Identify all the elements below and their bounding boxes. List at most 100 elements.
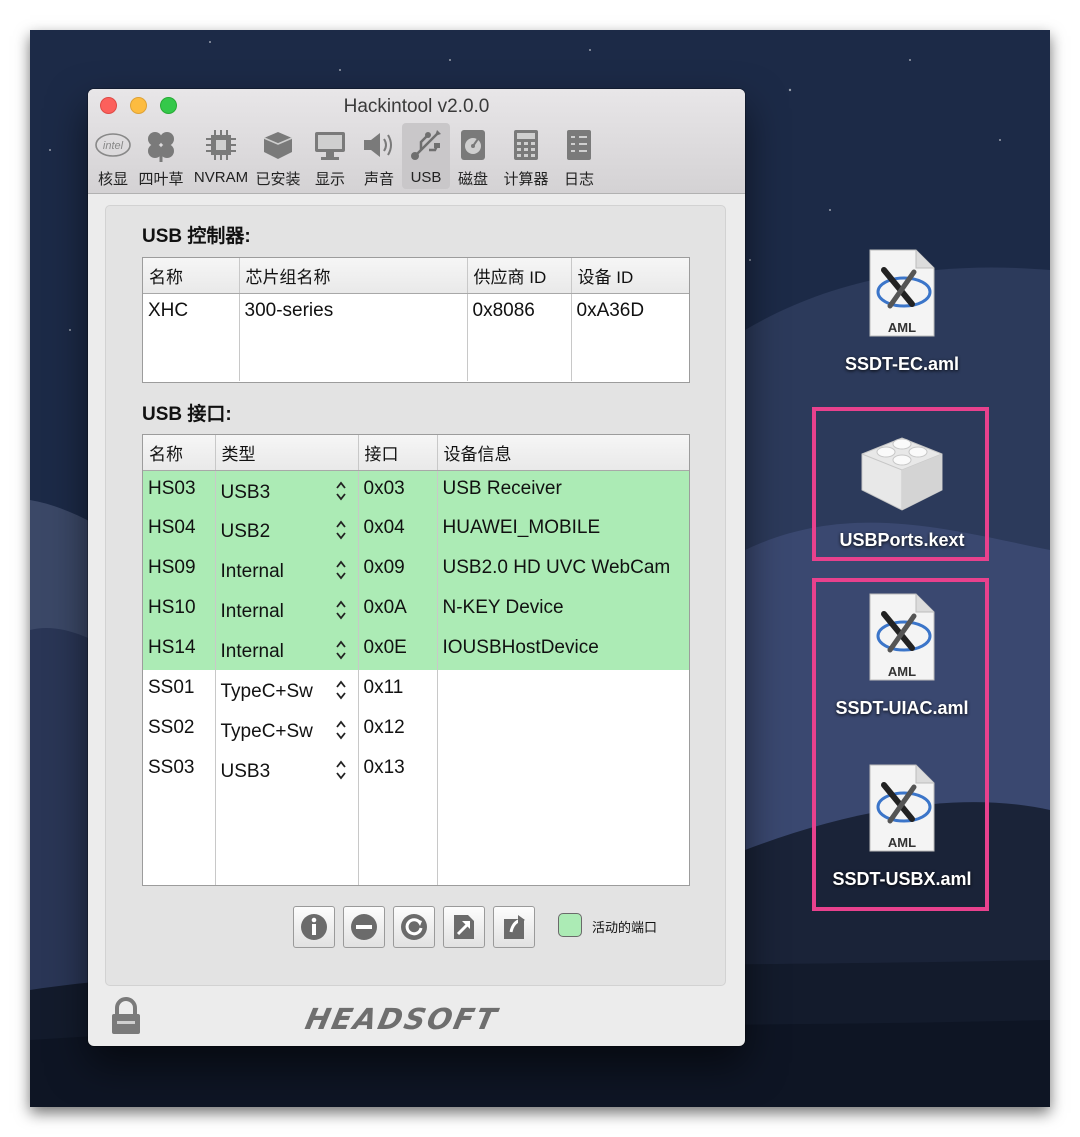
log-icon xyxy=(559,127,599,162)
chevron-updown-icon xyxy=(335,720,346,740)
remove-icon xyxy=(351,914,377,940)
desktop-file-ssdt-usbx[interactable]: AML SSDT-USBX.aml xyxy=(832,763,972,890)
chevron-updown-icon xyxy=(335,560,346,580)
port-type-select[interactable]: Internal xyxy=(215,590,359,630)
toolbar-item-clover[interactable]: 四叶草 xyxy=(132,123,190,189)
file-name-label: USBPorts.kext xyxy=(839,530,965,550)
port-type-value: Internal xyxy=(220,601,284,622)
chevron-updown-icon xyxy=(335,760,346,780)
desktop-file-usbports-kext[interactable]: USBPorts.kext xyxy=(832,424,972,551)
active-port-swatch xyxy=(558,913,582,937)
port-type-select[interactable]: TypeC+Sw xyxy=(215,670,359,710)
usb-ports-title: USB 接口: xyxy=(142,404,232,425)
empty-row xyxy=(143,790,689,885)
table-row[interactable]: HS14 Internal 0x0E IOUSBHostDevice xyxy=(143,630,689,670)
info-icon xyxy=(301,914,327,940)
table-row[interactable]: HS10 Internal 0x0A N-KEY Device xyxy=(143,590,689,630)
column-header-vendor-id[interactable]: 供应商 ID xyxy=(467,258,572,294)
import-button[interactable] xyxy=(493,906,535,948)
port-address: 0x0A xyxy=(358,590,438,630)
toolbar-item-calculator[interactable]: 计算器 xyxy=(496,123,556,189)
chevron-updown-icon xyxy=(335,520,346,540)
table-row[interactable]: HS03 USB3 0x03 USB Receiver xyxy=(143,470,689,510)
toolbar-item-igpu[interactable]: intel 核显 xyxy=(94,123,132,189)
port-address: 0x03 xyxy=(358,470,438,510)
aml-file-icon: AML xyxy=(869,593,935,681)
port-type-value: Internal xyxy=(220,561,284,582)
export-icon xyxy=(454,915,474,939)
port-type-value: USB2 xyxy=(220,521,271,542)
port-type-select[interactable]: Internal xyxy=(215,550,359,590)
table-row[interactable]: SS02 TypeC+Sw 0x12 xyxy=(143,710,689,750)
port-type-value: Internal xyxy=(220,641,284,662)
calculator-icon xyxy=(506,127,546,162)
table-row[interactable]: SS01 TypeC+Sw 0x11 xyxy=(143,670,689,710)
port-device-info xyxy=(437,750,689,790)
file-name-label: SSDT-EC.aml xyxy=(844,354,960,374)
remove-button[interactable] xyxy=(343,906,385,948)
table-row[interactable]: HS09 Internal 0x09 USB2.0 HD UVC WebCam xyxy=(143,550,689,590)
column-header-chipset[interactable]: 芯片组名称 xyxy=(239,258,468,294)
port-address: 0x13 xyxy=(358,750,438,790)
refresh-button[interactable] xyxy=(393,906,435,948)
port-type-value: TypeC+Sw xyxy=(220,721,313,742)
desktop-file-ssdt-ec[interactable]: AML SSDT-EC.aml xyxy=(834,248,970,375)
toolbar-item-nvram[interactable]: NVRAM xyxy=(190,123,252,189)
usb-ports-table[interactable]: 名称 类型 接口 设备信息 HS03 USB3 0x03 USB Receive… xyxy=(142,434,690,886)
port-address: 0x04 xyxy=(358,510,438,550)
table-row[interactable]: XHC 300-series 0x8086 0xA36D xyxy=(143,293,689,381)
controller-device-id: 0xA36D xyxy=(576,299,645,321)
intel-icon: intel xyxy=(93,127,133,162)
active-port-legend-label: 活动的端口 xyxy=(592,920,658,935)
column-header-type[interactable]: 类型 xyxy=(215,435,359,471)
kext-installed-icon xyxy=(258,127,298,162)
column-header-name[interactable]: 名称 xyxy=(143,258,240,294)
column-header-name[interactable]: 名称 xyxy=(143,435,216,471)
column-header-port[interactable]: 接口 xyxy=(358,435,438,471)
toolbar-item-log[interactable]: 日志 xyxy=(556,123,602,189)
port-type-select[interactable]: Internal xyxy=(215,630,359,670)
headsoft-logo: HEADSOFT xyxy=(302,1002,502,1036)
port-type-select[interactable]: TypeC+Sw xyxy=(215,710,359,750)
port-address: 0x0E xyxy=(358,630,438,670)
toolbar-item-usb[interactable]: USB xyxy=(402,123,450,189)
port-type-value: TypeC+Sw xyxy=(220,681,313,702)
disk-icon xyxy=(453,127,493,162)
display-icon xyxy=(310,127,350,162)
port-name: SS03 xyxy=(143,750,216,790)
toolbar-item-sound[interactable]: 声音 xyxy=(356,123,402,189)
toolbar-item-display[interactable]: 显示 xyxy=(304,123,356,189)
info-button[interactable] xyxy=(293,906,335,948)
toolbar-item-installed[interactable]: 已安装 xyxy=(252,123,304,189)
lock-icon[interactable] xyxy=(108,997,144,1037)
table-row[interactable]: HS04 USB2 0x04 HUAWEI_MOBILE xyxy=(143,510,689,550)
port-name: HS09 xyxy=(143,550,216,590)
desktop-file-ssdt-uiac[interactable]: AML SSDT-UIAC.aml xyxy=(832,592,972,719)
usb-controllers-table[interactable]: 名称 芯片组名称 供应商 ID 设备 ID XHC 300-series 0x8… xyxy=(142,257,690,383)
refresh-icon xyxy=(401,914,427,940)
port-name: SS01 xyxy=(143,670,216,710)
export-button[interactable] xyxy=(443,906,485,948)
port-type-select[interactable]: USB2 xyxy=(215,510,359,550)
port-type-select[interactable]: USB3 xyxy=(215,750,359,790)
port-address: 0x11 xyxy=(358,670,438,710)
chevron-updown-icon xyxy=(335,600,346,620)
port-device-info: HUAWEI_MOBILE xyxy=(437,510,689,550)
bottom-button-bar xyxy=(293,906,535,948)
column-header-device-id[interactable]: 设备 ID xyxy=(571,258,689,294)
port-address: 0x12 xyxy=(358,710,438,750)
port-name: HS04 xyxy=(143,510,216,550)
port-name: HS10 xyxy=(143,590,216,630)
column-header-device-info[interactable]: 设备信息 xyxy=(437,435,689,471)
port-type-value: USB3 xyxy=(220,761,271,782)
toolbar-item-disk[interactable]: 磁盘 xyxy=(450,123,496,189)
controller-chipset: 300-series xyxy=(239,293,468,381)
port-type-select[interactable]: USB3 xyxy=(215,470,359,510)
port-name: HS03 xyxy=(143,470,216,510)
port-device-info: USB Receiver xyxy=(437,470,689,510)
table-row[interactable]: SS03 USB3 0x13 xyxy=(143,750,689,790)
chip-icon xyxy=(201,127,241,163)
usb-icon xyxy=(406,127,446,163)
chevron-updown-icon xyxy=(335,640,346,660)
svg-text:AML: AML xyxy=(888,320,916,335)
